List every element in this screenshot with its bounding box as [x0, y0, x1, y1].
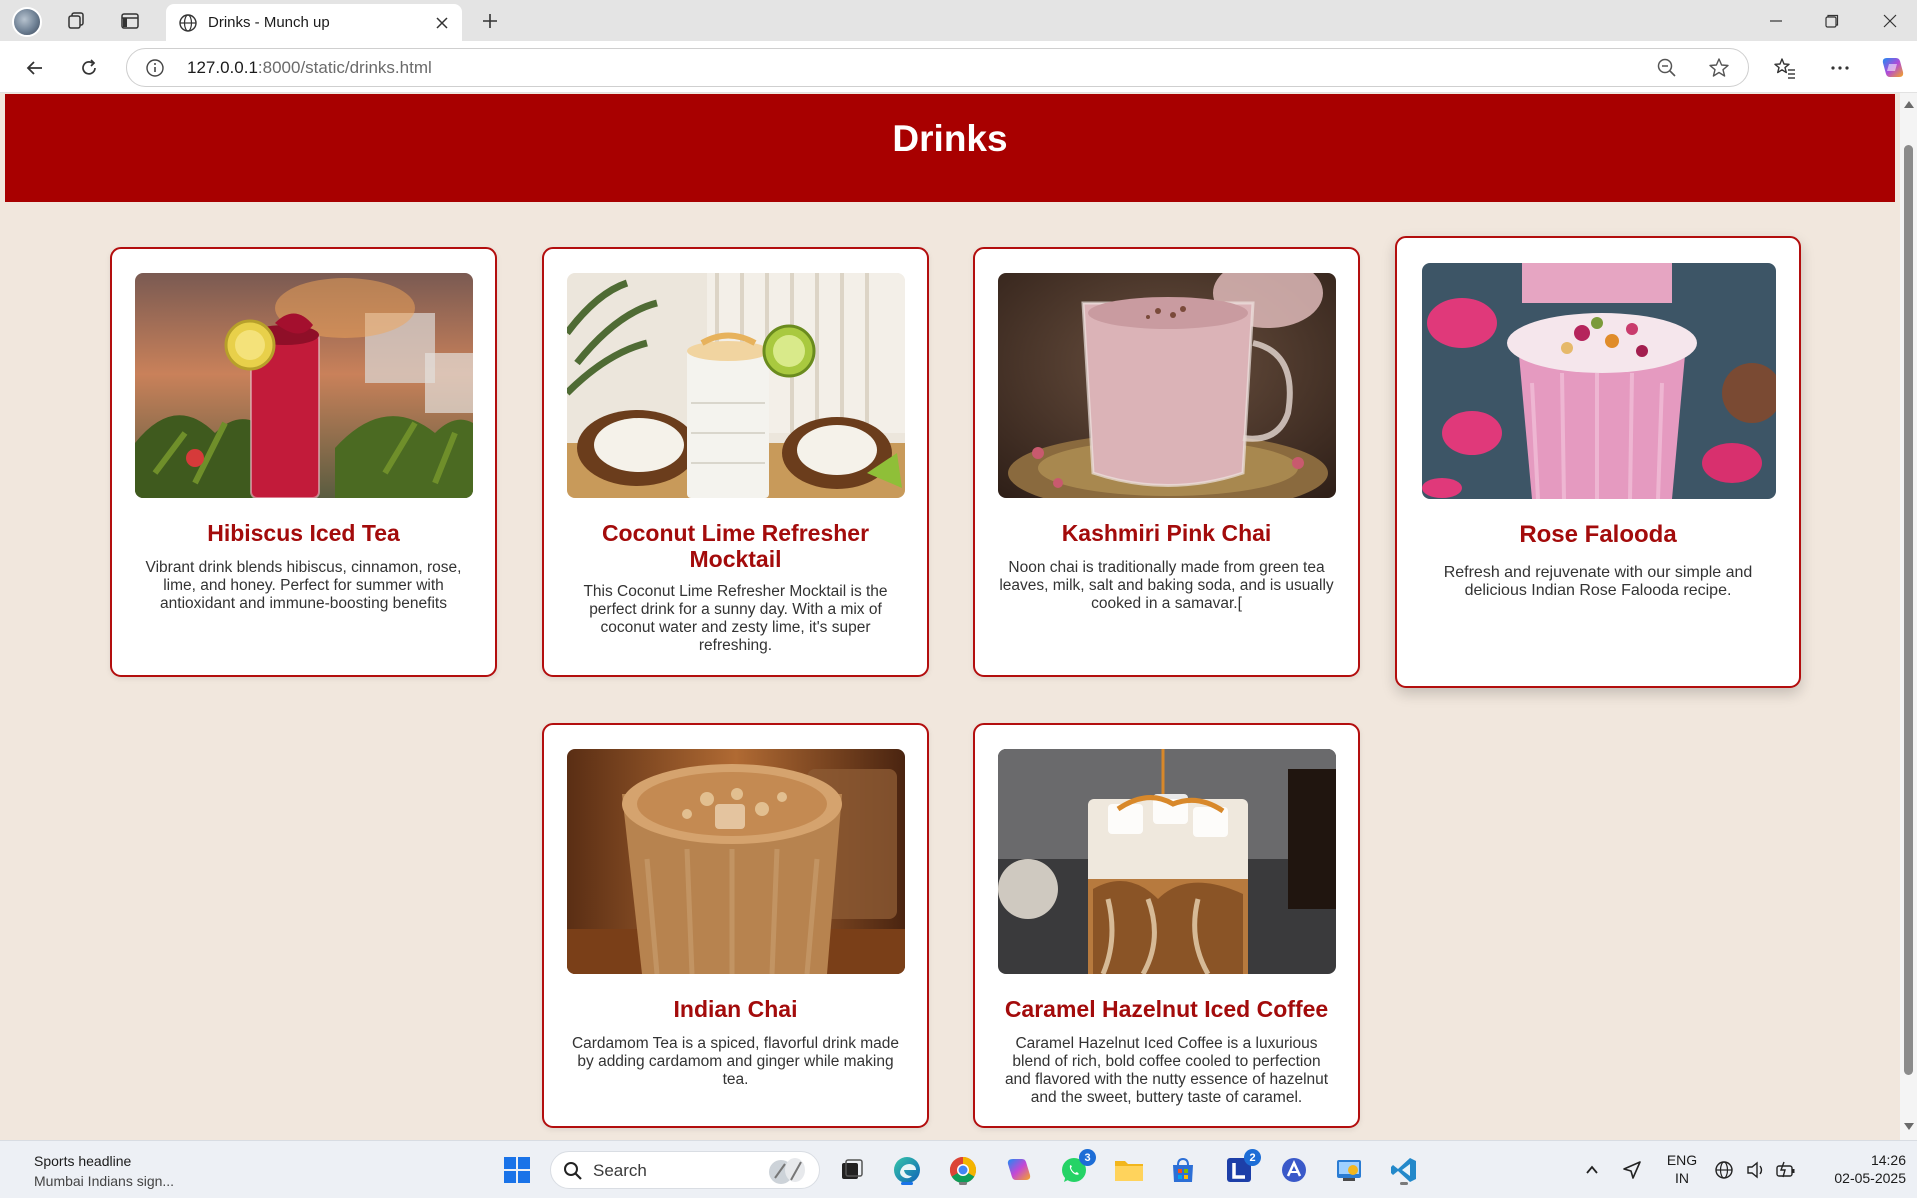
volume-icon[interactable]	[1742, 1152, 1770, 1188]
news-headline: Sports headline	[34, 1153, 132, 1169]
caramel-hazelnut-iced-coffee-photo	[998, 749, 1336, 974]
indian-chai-photo	[567, 749, 905, 974]
close-window-button[interactable]	[1862, 0, 1917, 41]
language-code: ENG	[1666, 1152, 1698, 1168]
drink-card-kashmiri-pink-chai[interactable]: Kashmiri Pink Chai Noon chai is traditio…	[973, 247, 1360, 677]
drink-card-caramel-hazelnut-iced-coffee[interactable]: Caramel Hazelnut Iced Coffee Caramel Haz…	[973, 723, 1360, 1128]
language-indicator[interactable]: ENG IN	[1660, 1151, 1704, 1187]
drink-name: Kashmiri Pink Chai	[1061, 520, 1272, 546]
show-hidden-icons-chevron-icon[interactable]	[1574, 1152, 1610, 1188]
task-view-icon[interactable]	[834, 1152, 870, 1188]
clock-time: 14:26	[1870, 1152, 1906, 1168]
favorites-icon[interactable]	[1770, 53, 1800, 83]
windows-taskbar: Sports headline Mumbai Indians sign... S…	[0, 1140, 1917, 1198]
new-tab-button[interactable]	[476, 8, 504, 34]
whatsapp-badge: 3	[1079, 1149, 1096, 1166]
minimize-button[interactable]	[1748, 0, 1804, 41]
clock[interactable]: 14:26 02-05-2025	[1810, 1151, 1906, 1187]
scroll-up-arrow-icon[interactable]	[1904, 101, 1914, 108]
running-indicator	[959, 1182, 967, 1185]
favorite-star-icon[interactable]	[1708, 57, 1730, 84]
scrollbar-thumb[interactable]	[1904, 145, 1913, 1075]
drink-name: Coconut Lime Refresher Mocktail	[601, 520, 870, 572]
running-indicator	[901, 1182, 913, 1185]
drink-card-hibiscus-iced-tea[interactable]: Hibiscus Iced Tea Vibrant drink blends h…	[110, 247, 497, 677]
search-label: Search	[593, 1161, 647, 1180]
zoom-icon[interactable]	[1656, 57, 1678, 84]
profile-avatar[interactable]	[12, 7, 42, 37]
copilot-app-icon[interactable]	[1001, 1152, 1037, 1188]
edge-browser-icon[interactable]	[889, 1152, 925, 1188]
clock-date: 02-05-2025	[1834, 1170, 1906, 1186]
kashmiri-pink-chai-photo	[998, 273, 1336, 498]
file-explorer-icon[interactable]	[1111, 1152, 1147, 1188]
site-info-icon[interactable]	[145, 58, 165, 83]
location-arrow-icon[interactable]	[1614, 1152, 1650, 1188]
control-panel-icon[interactable]	[1331, 1152, 1367, 1188]
page-scrollbar[interactable]	[1900, 93, 1917, 1140]
drink-description: Noon chai is traditionally made from gre…	[999, 559, 1334, 612]
coconut-lime-mocktail-photo	[567, 273, 905, 498]
drink-card-coconut-lime-mocktail[interactable]: Coconut Lime Refresher Mocktail This Coc…	[542, 247, 929, 677]
scroll-down-arrow-icon[interactable]	[1904, 1123, 1914, 1130]
search-highlight-icon	[765, 1156, 809, 1191]
news-subline: Mumbai Indians sign...	[34, 1173, 175, 1189]
taskbar-search[interactable]: Search	[550, 1151, 820, 1189]
drink-card-rose-falooda[interactable]: Rose Falooda Refresh and rejuvenate with…	[1395, 236, 1801, 688]
restore-button[interactable]	[1804, 0, 1860, 41]
drink-name: Caramel Hazelnut Iced Coffee	[1004, 996, 1329, 1022]
drink-description: Caramel Hazelnut Iced Coffee is a luxuri…	[1004, 1035, 1329, 1106]
drink-name: Rose Falooda	[1519, 521, 1677, 548]
copilot-icon[interactable]	[1878, 53, 1908, 83]
windows-start-icon[interactable]	[499, 1152, 535, 1188]
microsoft-store-icon[interactable]	[1165, 1152, 1201, 1188]
drink-name: Indian Chai	[673, 996, 798, 1022]
vertical-tabs-icon[interactable]	[116, 8, 144, 34]
lens-app-icon[interactable]: 2	[1221, 1149, 1261, 1188]
vscode-icon[interactable]	[1386, 1152, 1422, 1188]
drink-description: Vibrant drink blends hibiscus, cinnamon,…	[145, 559, 462, 612]
url-text[interactable]: 127.0.0.1:8000/static/drinks.html	[187, 58, 432, 78]
page-viewport: Drinks Hibiscus Iced Tea Vibrant drink b…	[0, 93, 1900, 1140]
whatsapp-icon[interactable]: 3	[1056, 1149, 1096, 1188]
search-icon	[563, 1161, 583, 1186]
tab-drinks[interactable]: Drinks - Munch up	[166, 4, 462, 41]
drink-card-indian-chai[interactable]: Indian Chai Cardamom Tea is a spiced, fl…	[542, 723, 929, 1128]
browser-toolbar: 127.0.0.1:8000/static/drinks.html	[0, 41, 1917, 93]
drink-name: Hibiscus Iced Tea	[207, 520, 400, 546]
rose-falooda-photo	[1422, 263, 1776, 499]
collections-icon[interactable]	[62, 8, 90, 34]
tab-title: Drinks - Munch up	[208, 14, 330, 31]
drink-description: Refresh and rejuvenate with our simple a…	[1443, 564, 1753, 599]
back-button[interactable]	[20, 53, 50, 83]
close-tab-icon[interactable]	[432, 13, 452, 33]
address-bar[interactable]: 127.0.0.1:8000/static/drinks.html	[126, 48, 1749, 87]
news-widget[interactable]: Sports headline Mumbai Indians sign...	[34, 1151, 174, 1191]
page-header: Drinks	[5, 94, 1895, 202]
chrome-icon[interactable]	[945, 1152, 981, 1188]
page-title: Drinks	[892, 118, 1008, 159]
drink-description: Cardamom Tea is a spiced, flavorful drin…	[571, 1035, 900, 1088]
running-indicator	[1400, 1182, 1408, 1185]
network-globe-icon[interactable]	[1710, 1152, 1738, 1188]
region-code: IN	[1675, 1170, 1689, 1186]
drink-description: This Coconut Lime Refresher Mocktail is …	[583, 583, 888, 654]
refresh-button[interactable]	[74, 53, 104, 83]
globe-icon	[178, 13, 198, 37]
copilot-studio-icon[interactable]	[1276, 1152, 1312, 1188]
hibiscus-iced-tea-photo	[135, 273, 473, 498]
battery-icon[interactable]	[1772, 1152, 1800, 1188]
more-options-icon[interactable]	[1825, 53, 1855, 83]
lens-badge: 2	[1244, 1149, 1261, 1166]
browser-tab-strip: Drinks - Munch up	[0, 0, 1917, 41]
